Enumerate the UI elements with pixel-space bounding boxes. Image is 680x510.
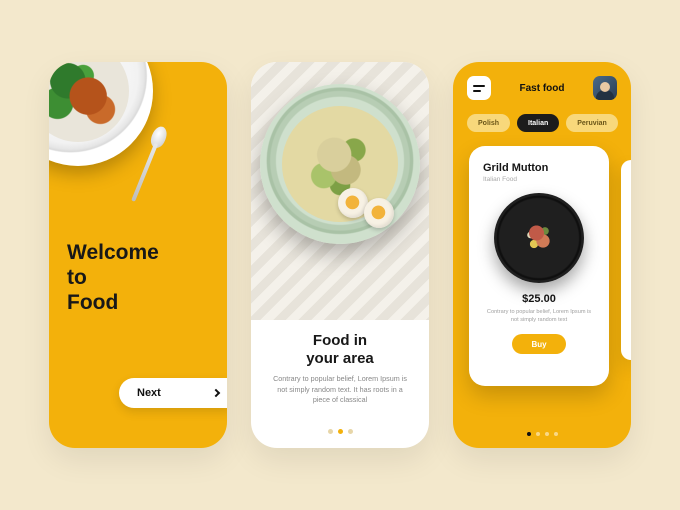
egg-icon [364,198,394,228]
welcome-title-line: Food [67,290,159,315]
welcome-title: Welcome to Food [67,240,159,316]
page-dot[interactable] [554,432,558,436]
area-headline-line: Food in [269,332,411,350]
welcome-title-line: to [67,265,159,290]
next-button-label: Next [137,387,161,399]
next-card-peek[interactable] [621,160,631,360]
page-title: Fast food [520,83,565,94]
menu-icon [473,85,485,87]
area-description: Contrary to popular belief, Lorem Ipsum … [269,374,411,405]
menu-icon [473,90,481,92]
page-dot[interactable] [348,429,353,434]
browse-screen: Fast food Polish Italian Peruvian Grild … [453,62,631,448]
page-dot-active[interactable] [338,429,343,434]
food-card-subtitle: Italian Food [483,176,517,183]
hero-food-bowl [49,62,153,166]
next-button[interactable]: Next [119,378,227,408]
tab-polish[interactable]: Polish [467,114,510,132]
page-dot[interactable] [328,429,333,434]
welcome-title-line: Welcome [67,240,159,265]
food-card[interactable]: Grild Mutton Italian Food $25.00 Contrar… [469,146,609,386]
category-tabs: Polish Italian Peruvian [453,100,631,132]
area-headline: Food in your area [269,332,411,367]
page-indicator[interactable] [251,429,429,434]
area-headline-line: your area [269,350,411,368]
avatar[interactable] [593,76,617,100]
page-dot-active[interactable] [527,432,531,436]
food-card-description: Contrary to popular belief, Lorem Ipsum … [483,309,595,324]
food-card-price: $25.00 [522,293,556,305]
dish-image [494,193,584,283]
menu-button[interactable] [467,76,491,100]
onboarding-area-screen: Food in your area Contrary to popular be… [251,62,429,448]
page-dot[interactable] [536,432,540,436]
card-carousel[interactable]: Grild Mutton Italian Food $25.00 Contrar… [453,132,631,448]
tab-italian[interactable]: Italian [517,114,559,132]
salad-plate [260,84,420,244]
page-dot[interactable] [545,432,549,436]
browse-header: Fast food [453,62,631,100]
buy-button[interactable]: Buy [512,334,566,354]
hero-image [251,62,429,320]
chevron-right-icon [212,389,220,397]
onboarding-welcome-screen: Welcome to Food Next [49,62,227,448]
tab-peruvian[interactable]: Peruvian [566,114,618,132]
food-card-title: Grild Mutton [483,162,548,174]
card-page-indicator[interactable] [453,432,631,436]
